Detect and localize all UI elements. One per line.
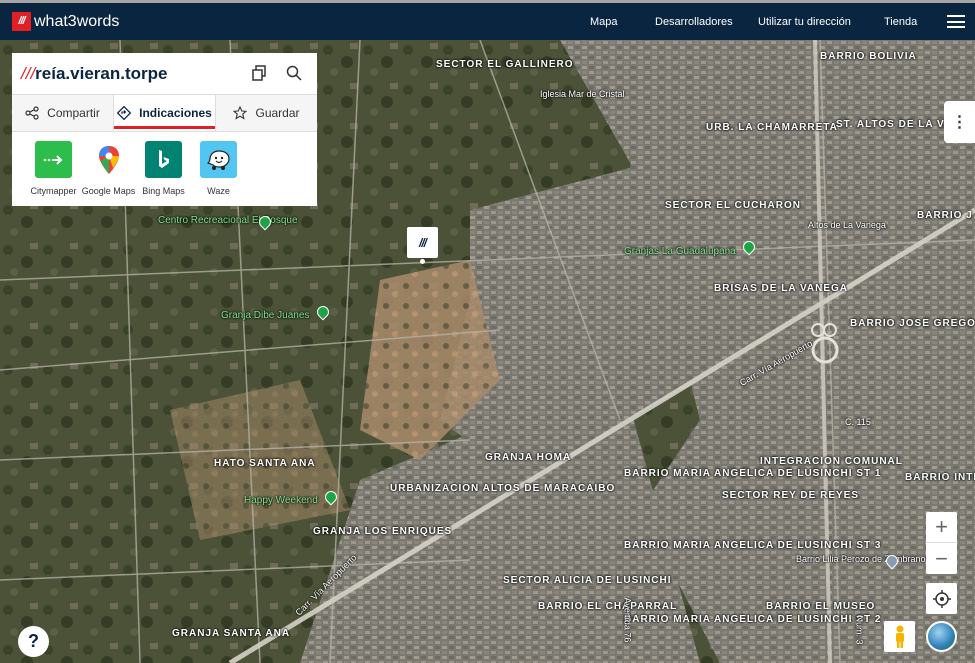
map-road-label: C. 115 xyxy=(845,417,871,427)
tab-indicaciones[interactable]: Indicaciones xyxy=(113,95,216,131)
map-poi-label: Happy Weekend xyxy=(244,495,318,506)
w3w-address[interactable]: ///reía.vieran.torpe xyxy=(21,64,167,84)
nav-item-utilizar[interactable]: Utilizar tu dirección xyxy=(758,16,851,28)
tab-label: Compartir xyxy=(47,106,100,120)
zoom-controls: + − xyxy=(926,512,957,574)
map-label: BARRIO BOLIVIA xyxy=(820,51,917,62)
map-label: GRANJA HOMA xyxy=(485,452,572,463)
app-citymapper[interactable]: Citymapper xyxy=(26,141,81,196)
address-words: reía.vieran.torpe xyxy=(35,63,168,83)
app-google-maps[interactable]: Google Maps xyxy=(81,141,136,196)
map-label: HATO SANTA ANA xyxy=(214,458,316,469)
tab-compartir[interactable]: Compartir xyxy=(12,95,113,131)
tab-label: Guardar xyxy=(255,106,300,120)
globe-view-icon[interactable] xyxy=(926,621,957,652)
copy-icon[interactable] xyxy=(251,65,267,81)
star-icon xyxy=(233,106,248,120)
map-label: URB. LA CHAMARRETA xyxy=(706,122,838,133)
address-header: ///reía.vieran.torpe xyxy=(12,53,317,95)
map-label: SECTOR REY DE REYES xyxy=(722,490,859,501)
zoom-in-button[interactable]: + xyxy=(926,512,957,543)
map-label: SECTOR EL CUCHARON xyxy=(665,200,801,211)
map-poi-label: Centro Recreacional El Bosque xyxy=(158,215,298,226)
crosshair-icon xyxy=(932,589,951,608)
map-label: BRISAS DE LA VANEGA xyxy=(714,283,849,294)
map-label: BARRIO EL CHAPARRAL xyxy=(538,601,678,612)
map-label: SECTOR EL GALLINERO xyxy=(436,59,574,70)
hamburger-menu-icon[interactable] xyxy=(947,15,965,28)
map-road-label: Avenida 76 xyxy=(622,597,633,643)
map-label: BARRIO JOSE GREGORIO HERNANDEZ ST 2 xyxy=(850,318,975,329)
logo-text: what3words xyxy=(34,12,120,30)
address-slashes: /// xyxy=(21,63,36,83)
zoom-out-button[interactable]: − xyxy=(926,543,957,574)
waze-icon xyxy=(200,141,237,178)
directions-apps: Citymapper Google Maps Bing Maps Waze xyxy=(12,132,317,196)
map-road-label: Num. 3 xyxy=(854,615,865,645)
directions-icon xyxy=(117,106,132,120)
map-poi-label: Iglesia Mar de Cristal xyxy=(540,89,625,99)
map-label: BARRIO MARIA ANGELICA DE LUSINCHI ST 1 xyxy=(624,468,882,479)
search-icon[interactable] xyxy=(286,65,302,81)
top-navbar: /// what3words Mapa Desarrolladores Util… xyxy=(0,0,975,40)
map-poi-label: Granjas La Guadalupana xyxy=(624,246,736,257)
more-options-button[interactable]: ⋮ xyxy=(944,101,975,143)
nav-item-tienda[interactable]: Tienda xyxy=(884,16,917,28)
map-label: BARRIO J HERNAND ST 1 xyxy=(917,210,975,221)
map-poi-label: Altos de La Vanega xyxy=(808,220,886,230)
nav-item-desarrolladores[interactable]: Desarrolladores xyxy=(655,16,733,28)
nav-item-mapa[interactable]: Mapa xyxy=(590,16,618,28)
map-label: GRANJA SANTA ANA xyxy=(172,628,291,639)
map-label: URBANIZACION ALTOS DE MARACAIBO xyxy=(390,483,616,494)
tab-guardar[interactable]: Guardar xyxy=(216,95,317,131)
map-label: BARRIO INTEGRACION COMUNAL xyxy=(905,472,975,483)
share-icon xyxy=(25,106,39,120)
logo-mark: /// xyxy=(12,12,31,31)
app-label: Google Maps xyxy=(81,186,136,196)
tab-label: Indicaciones xyxy=(139,106,212,120)
pegman-icon xyxy=(895,625,904,648)
map-label: BARRIO MARIA ANGELICA DE LUSINCHI ST 3 xyxy=(624,540,882,551)
google-maps-icon xyxy=(90,141,127,178)
map-label: BARRIO EL MUSEO xyxy=(766,601,876,612)
map-label: SECTOR ALICIA DE LUSINCHI xyxy=(503,575,672,586)
bing-maps-icon xyxy=(145,141,182,178)
app-label: Waze xyxy=(207,186,230,196)
app-bing-maps[interactable]: Bing Maps xyxy=(136,141,191,196)
locate-me-button[interactable] xyxy=(926,583,957,614)
map-label: INTEGRACION COMUNAL xyxy=(760,456,903,467)
map-label: GRANJA LOS ENRIQUES xyxy=(313,526,453,537)
citymapper-icon xyxy=(35,141,72,178)
map-poi-label: Granja Dibe Juanes xyxy=(221,310,310,321)
app-waze[interactable]: Waze xyxy=(191,141,246,196)
marker-point xyxy=(420,259,425,264)
app-label: Bing Maps xyxy=(142,186,185,196)
help-button[interactable]: ? xyxy=(18,626,49,657)
w3w-map-marker[interactable]: /// xyxy=(407,227,438,258)
card-tabs: Compartir Indicaciones Guardar xyxy=(12,95,317,132)
app-label: Citymapper xyxy=(30,186,77,196)
street-view-pegman-button[interactable] xyxy=(884,621,915,652)
map-label: BARRIO MARIA ANGELICA DE LUSINCHI ST 2 xyxy=(624,614,882,625)
what3words-logo[interactable]: /// what3words xyxy=(12,12,119,31)
address-card: ///reía.vieran.torpe Compartir Indicacio… xyxy=(12,53,317,206)
map-poi-label: Barrio Lilia Perozo de Zambrano xyxy=(796,554,926,564)
